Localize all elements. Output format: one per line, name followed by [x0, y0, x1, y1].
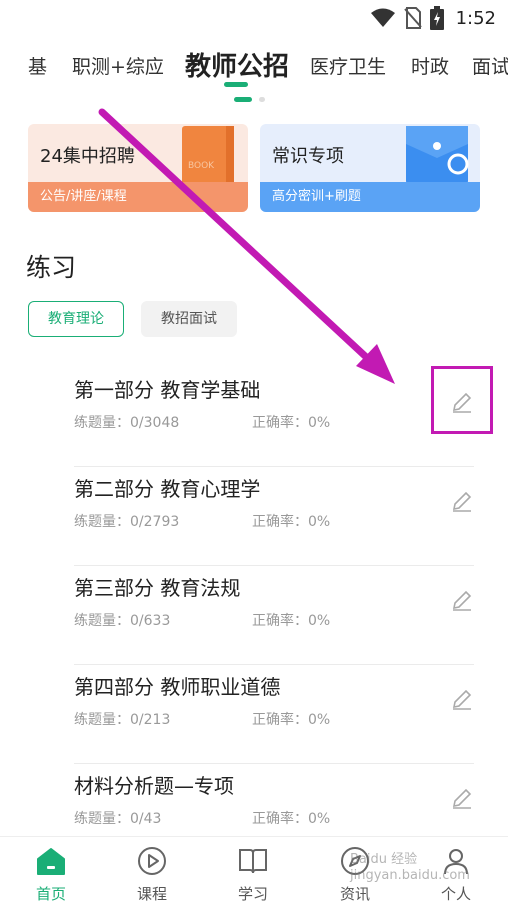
item-title: 第四部分 教师职业道德	[74, 675, 281, 699]
item-accuracy: 正确率：0%	[252, 415, 331, 431]
list-item[interactable]: 第二部分 教育心理学 练题量：0/2793 正确率：0%	[74, 467, 474, 566]
list-item[interactable]: 第四部分 教师职业道德 练题量：0/213 正确率：0%	[74, 665, 474, 764]
status-icons: 1:52	[370, 6, 496, 30]
edit-icon[interactable]	[450, 786, 474, 810]
item-count: 练题量：0/213	[74, 712, 171, 728]
nav-label: 学习	[237, 885, 268, 903]
nav-label: 课程	[136, 885, 167, 903]
practice-title: 练习	[26, 253, 77, 282]
nav-label: 首页	[35, 885, 66, 903]
tab-4[interactable]: 时政	[411, 52, 449, 79]
carousel-dot	[259, 97, 265, 102]
item-accuracy: 正确率：0%	[252, 514, 331, 530]
item-accuracy: 正确率：0%	[252, 811, 331, 827]
watermark-url: jingyan.baidu.com	[350, 868, 470, 883]
list-item[interactable]: 第一部分 教育学基础 练题量：0/3048 正确率：0%	[74, 368, 474, 467]
item-accuracy: 正确率：0%	[252, 613, 331, 629]
banner-title: 24集中招聘	[40, 146, 135, 167]
tab-3[interactable]: 医疗卫生	[310, 52, 386, 79]
category-tabs: 基 职测+综应 教师公招 医疗卫生 时政 面试	[0, 40, 508, 86]
item-count: 练题量：0/633	[74, 613, 171, 629]
watermark-line: Baidu 经验	[350, 852, 418, 867]
item-count: 练题量：0/43	[74, 811, 162, 827]
edit-icon[interactable]	[450, 489, 474, 513]
carousel-dot-active	[234, 97, 252, 102]
watermark: Baidu 经验 jingyan.baidu.com	[350, 852, 500, 884]
active-tab-indicator	[224, 82, 248, 87]
item-title: 材料分析题—专项	[74, 774, 234, 798]
nav-home[interactable]: 首页	[21, 845, 81, 904]
item-title: 第一部分 教育学基础	[74, 378, 261, 402]
status-bar: 1:52	[0, 0, 508, 36]
nav-courses[interactable]: 课程	[122, 845, 182, 904]
banner-subtitle: 高分密训+刷题	[260, 182, 480, 212]
item-count: 练题量：0/2793	[74, 514, 180, 530]
home-icon	[37, 848, 65, 875]
wifi-icon	[370, 8, 395, 27]
battery-charging-icon	[429, 6, 444, 30]
banner-subtitle: 公告/讲座/课程	[28, 182, 248, 212]
nav-label: 个人	[440, 885, 471, 903]
book-icon	[239, 849, 267, 874]
folder-icon	[406, 126, 469, 184]
tab-teacher-recruit[interactable]: 教师公招	[185, 46, 289, 83]
nav-label: 资讯	[339, 885, 370, 903]
nav-study[interactable]: 学习	[223, 845, 283, 904]
item-accuracy: 正确率：0%	[252, 712, 331, 728]
item-title: 第二部分 教育心理学	[74, 477, 261, 501]
edit-icon[interactable]	[450, 588, 474, 612]
chip-education-theory[interactable]: 教育理论	[28, 301, 124, 337]
book-icon: BOOK	[182, 126, 234, 186]
highlight-box	[431, 366, 493, 434]
status-time: 1:52	[455, 7, 496, 29]
item-title: 第三部分 教育法规	[74, 576, 241, 600]
banner-common-sense[interactable]: 常识专项 高分密训+刷题	[260, 124, 480, 212]
list-item[interactable]: 第三部分 教育法规 练题量：0/633 正确率：0%	[74, 566, 474, 665]
tab-0[interactable]: 基	[28, 52, 47, 79]
tab-1[interactable]: 职测+综应	[72, 52, 164, 79]
tab-5[interactable]: 面试	[472, 52, 508, 79]
svg-text:BOOK: BOOK	[188, 161, 215, 171]
banner-title: 常识专项	[272, 146, 344, 167]
banner-recruit[interactable]: 24集中招聘 BOOK 公告/讲座/课程	[28, 124, 248, 212]
play-circle-icon	[138, 847, 166, 875]
edit-icon[interactable]	[450, 687, 474, 711]
item-count: 练题量：0/3048	[74, 415, 180, 431]
no-sim-icon	[403, 7, 422, 29]
chip-interview[interactable]: 教招面试	[141, 301, 237, 337]
